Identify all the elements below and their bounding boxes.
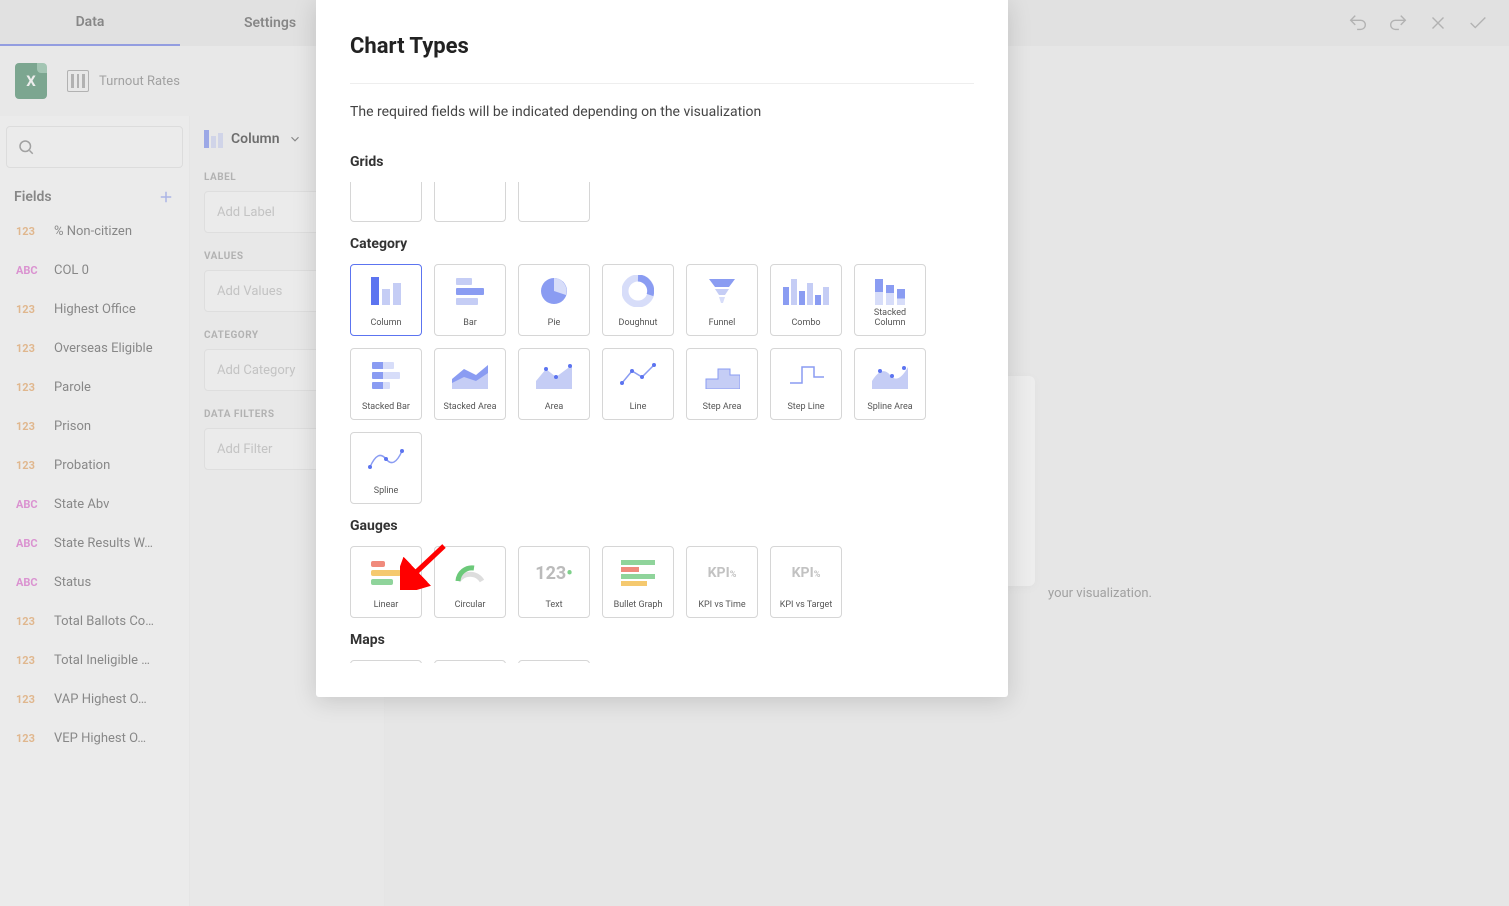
chart-card-bar[interactable]: Bar [434, 264, 506, 336]
chart-card-column[interactable]: Column [350, 264, 422, 336]
card-label: KPI vs Target [780, 601, 833, 611]
card-label: Circular [455, 601, 486, 611]
card-label: Bullet Graph [614, 601, 663, 611]
chart-card-grid[interactable] [434, 182, 506, 222]
chart-card-spline[interactable]: Spline [350, 432, 422, 504]
chart-card-pie[interactable]: Pie [518, 264, 590, 336]
card-label: Area [545, 403, 564, 413]
card-label: Column [370, 319, 401, 329]
chart-card-step-line[interactable]: Step Line [770, 348, 842, 420]
chart-card-kpi-time[interactable]: KPI%KPI vs Time [686, 546, 758, 618]
chart-card-kpi-target[interactable]: KPI%KPI vs Target [770, 546, 842, 618]
chart-card-combo[interactable]: Combo [770, 264, 842, 336]
chart-card-spline-area[interactable]: Spline Area [854, 348, 926, 420]
chart-card-grid[interactable] [518, 182, 590, 222]
modal-title: Chart Types [350, 34, 974, 59]
chart-card-grid[interactable] [350, 182, 422, 222]
card-label: KPI vs Time [698, 601, 745, 611]
modal-description: The required fields will be indicated de… [350, 104, 974, 120]
card-label: Spline [374, 487, 399, 497]
card-label: Step Area [703, 403, 742, 413]
card-label: Doughnut [619, 319, 658, 329]
chart-card-stacked-column[interactable]: Stacked Column [854, 264, 926, 336]
chart-card-line[interactable]: Line [602, 348, 674, 420]
card-label: Bar [463, 319, 477, 329]
chart-card-doughnut[interactable]: Doughnut [602, 264, 674, 336]
card-label: Step Line [787, 403, 824, 413]
chart-types-modal: Chart Types The required fields will be … [316, 0, 1008, 697]
chart-card-choropleth[interactable]: Choropleth [350, 660, 422, 663]
chart-card-area[interactable]: Area [518, 348, 590, 420]
chart-card-scatter-map[interactable]: Scatter Map [434, 660, 506, 663]
chart-card-bullet[interactable]: Bullet Graph [602, 546, 674, 618]
card-label: Stacked Column [859, 309, 921, 329]
card-label: Pie [548, 319, 561, 329]
card-label: Stacked Area [444, 403, 497, 413]
card-label: Line [630, 403, 647, 413]
chart-card-tree-map[interactable]: Tree Map [518, 660, 590, 663]
card-label: Spline Area [867, 403, 912, 413]
chart-card-circular[interactable]: Circular [434, 546, 506, 618]
card-label: Stacked Bar [362, 403, 410, 413]
chart-card-stacked-area[interactable]: Stacked Area [434, 348, 506, 420]
group-category: Category [350, 236, 970, 252]
chart-card-funnel[interactable]: Funnel [686, 264, 758, 336]
card-label: Combo [791, 319, 820, 329]
chart-card-linear[interactable]: Linear [350, 546, 422, 618]
card-label: Linear [374, 601, 399, 611]
chart-card-step-area[interactable]: Step Area [686, 348, 758, 420]
chart-card-stacked-bar[interactable]: Stacked Bar [350, 348, 422, 420]
group-grids: Grids [350, 154, 970, 170]
group-maps: Maps [350, 632, 970, 648]
card-label: Text [545, 601, 562, 611]
chart-card-text[interactable]: 123•Text [518, 546, 590, 618]
card-label: Funnel [709, 319, 736, 329]
group-gauges: Gauges [350, 518, 970, 534]
